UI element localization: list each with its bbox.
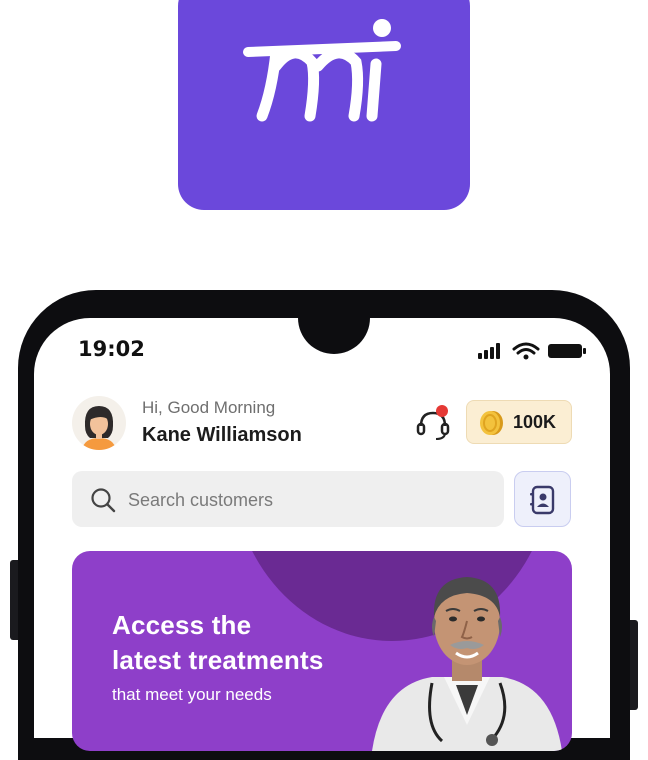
promo-banner[interactable]: Access the latest treatments that meet y…	[72, 551, 572, 751]
status-icons	[478, 340, 590, 362]
doctor-image	[372, 577, 562, 751]
search-input[interactable]	[126, 483, 490, 517]
search-bar[interactable]	[72, 471, 504, 527]
app-icon	[178, 0, 470, 210]
status-time: 19:02	[78, 337, 145, 361]
user-avatar-icon	[82, 406, 116, 450]
avatar[interactable]	[72, 396, 126, 450]
signal-icon	[478, 343, 500, 359]
coins-value: 100K	[513, 412, 557, 432]
mi-logo-icon	[243, 19, 401, 122]
notification-dot	[436, 405, 448, 417]
headset-icon	[416, 405, 450, 440]
battery-icon	[548, 344, 586, 358]
contact-book-icon	[530, 485, 555, 515]
banner-title-line2: latest treatments	[112, 645, 324, 675]
support-button[interactable]	[414, 404, 452, 442]
banner-subtitle: that meet your needs	[112, 685, 272, 704]
coin-icon	[480, 411, 503, 435]
greeting-text: Hi, Good Morning	[142, 398, 276, 417]
contacts-button[interactable]	[514, 471, 571, 527]
search-icon	[91, 488, 116, 513]
user-name: Kane Williamson	[142, 424, 302, 446]
coins-badge[interactable]: 100K	[466, 400, 572, 444]
banner-title-line1: Access the	[112, 610, 252, 640]
wifi-icon	[512, 342, 540, 360]
